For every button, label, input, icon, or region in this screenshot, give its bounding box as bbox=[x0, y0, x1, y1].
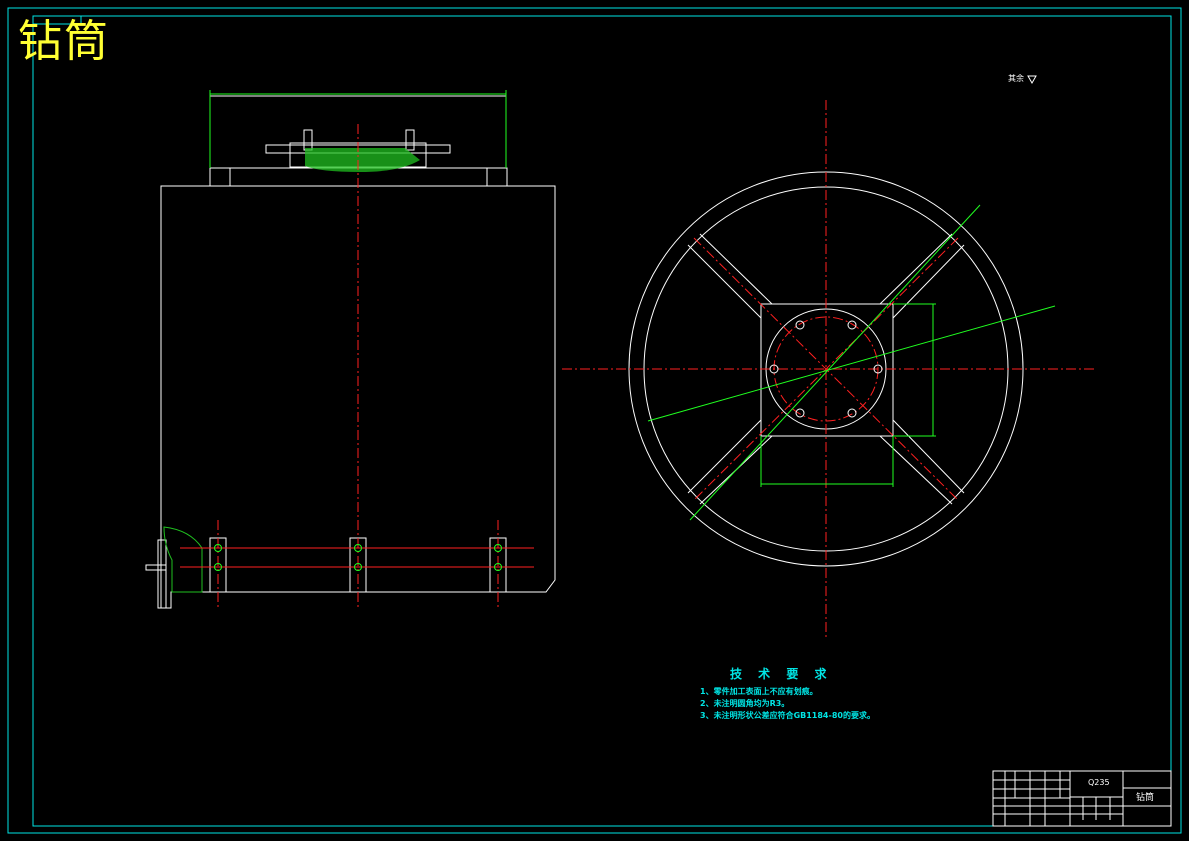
roughness-note: 其余 bbox=[1008, 74, 1024, 83]
drawing-frame bbox=[7, 7, 1182, 834]
front-centerlines bbox=[217, 124, 499, 610]
technical-requirements: 技 术 要 求 1、零件加工表面上不应有划痕。 2、未注明圆角均为R3。 3、未… bbox=[700, 665, 875, 722]
drawing-canvas bbox=[7, 7, 1182, 834]
tech-item-1: 1、零件加工表面上不应有划痕。 bbox=[700, 687, 818, 696]
roughness-symbol bbox=[1027, 75, 1037, 85]
tech-heading: 技 术 要 求 bbox=[730, 667, 833, 681]
tech-item-2: 2、未注明圆角均为R3。 bbox=[700, 699, 790, 708]
drawing-title: 钻筒 bbox=[18, 16, 110, 67]
title-block-part-name: 钻筒 bbox=[1136, 793, 1155, 803]
front-view bbox=[145, 95, 556, 609]
tech-item-3: 3、未注明形状公差应符合GB1184-80的要求。 bbox=[700, 711, 875, 720]
title-block-material: Q235 bbox=[1088, 778, 1110, 787]
hatch-section bbox=[163, 148, 420, 593]
